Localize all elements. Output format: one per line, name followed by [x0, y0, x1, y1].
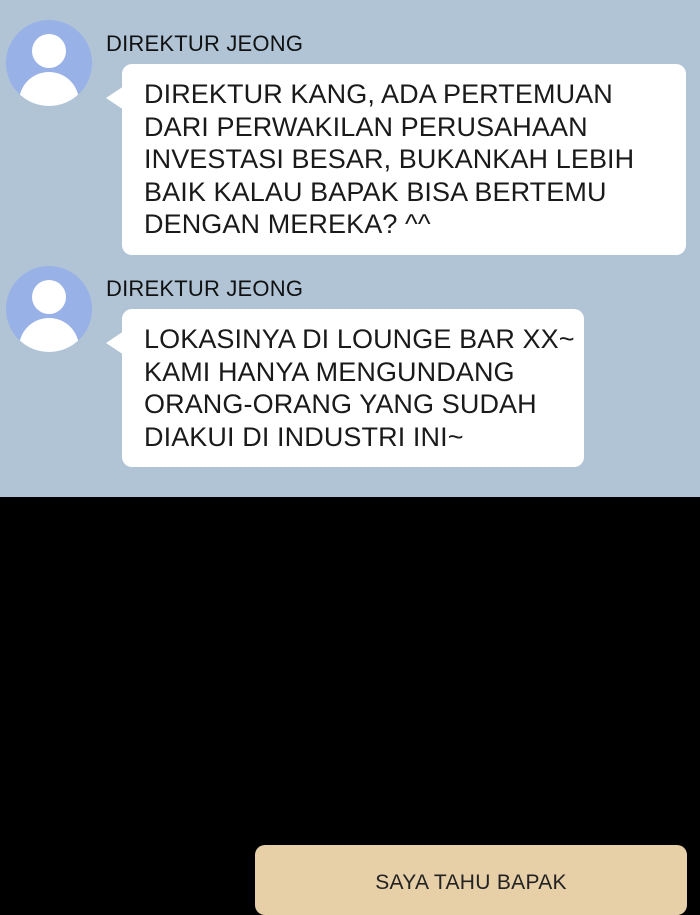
chat-panel: DIREKTUR JEONG DIREKTUR KANG, ADA PERTEM… — [0, 0, 700, 497]
message-line: DIAKUI DI INDUSTRI INI~ — [144, 421, 464, 452]
avatar-head — [32, 34, 66, 68]
message-line: DIREKTUR KANG, ADA PERTEMUAN — [144, 79, 613, 109]
reply-bubble[interactable]: SAYA TAHU BAPAK — [255, 845, 687, 915]
sender-avatar-icon[interactable] — [6, 266, 92, 352]
avatar-head — [32, 280, 66, 314]
sender-name: DIREKTUR JEONG — [106, 276, 304, 301]
message-line: BAIK KALAU BAPAK BISA BERTEMU — [144, 176, 607, 207]
message-bubble[interactable]: LOKASINYA DI LOUNGE BAR XX~ KAMI HANYA M… — [106, 309, 584, 467]
message-line: DARI PERWAKILAN PERUSAHAAN — [144, 111, 588, 142]
message-line: DENGAN MEREKA? ^^ — [144, 209, 431, 239]
avatar-shoulders — [19, 72, 79, 106]
message-bubble[interactable]: DIREKTUR KANG, ADA PERTEMUAN DARI PERWAK… — [106, 64, 686, 255]
message-line: ORANG-ORANG YANG SUDAH — [144, 389, 537, 419]
sender-name: DIREKTUR JEONG — [106, 31, 304, 56]
sender-avatar-icon[interactable] — [6, 20, 92, 106]
avatar-shoulders — [19, 318, 79, 352]
message-line: LOKASINYA DI LOUNGE BAR XX~ — [144, 324, 575, 354]
reply-text: SAYA TAHU BAPAK — [375, 871, 567, 894]
message-line: INVESTASI BESAR, BUKANKAH LEBIH — [144, 144, 635, 174]
message-line: KAMI HANYA MENGUNDANG — [144, 356, 515, 387]
